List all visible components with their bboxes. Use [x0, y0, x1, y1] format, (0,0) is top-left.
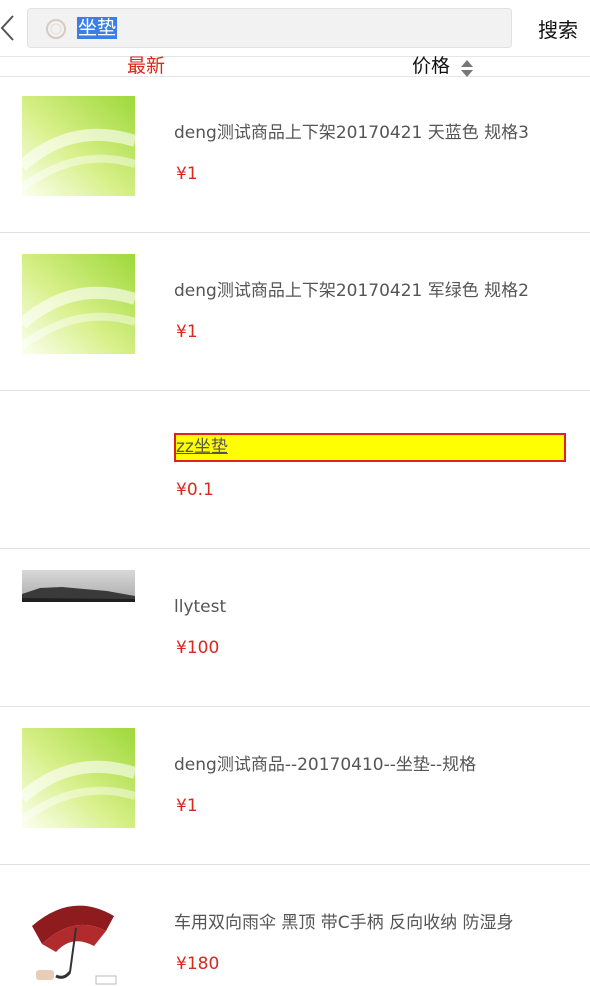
back-arrow-icon[interactable]: [0, 12, 18, 44]
product-title[interactable]: deng测试商品上下架20170421 军绿色 规格2: [174, 280, 529, 302]
product-price: ¥1: [176, 796, 198, 816]
search-input[interactable]: 坐垫: [27, 8, 512, 48]
product-title[interactable]: 车用双向雨伞 黑顶 带C手柄 反向收纳 防湿身: [174, 912, 514, 934]
product-title[interactable]: zz坐垫: [174, 433, 566, 462]
product-item[interactable]: deng测试商品--20170410--坐垫--规格 ¥1: [0, 707, 590, 865]
product-price: ¥1: [176, 322, 198, 342]
search-icon: [46, 19, 66, 39]
product-thumbnail: [22, 254, 135, 354]
product-price: ¥1: [176, 164, 198, 184]
product-title[interactable]: deng测试商品--20170410--坐垫--规格: [174, 754, 476, 776]
search-header: 坐垫 搜索: [0, 0, 590, 56]
product-item[interactable]: zz坐垫 ¥0.1: [0, 391, 590, 549]
product-title[interactable]: llytest: [174, 596, 226, 618]
product-item[interactable]: deng测试商品上下架20170421 天蓝色 规格3 ¥1: [0, 75, 590, 233]
product-price: ¥100: [176, 638, 220, 658]
product-item[interactable]: llytest ¥100: [0, 549, 590, 707]
product-item[interactable]: 车用双向雨伞 黑顶 带C手柄 反向收纳 防湿身 ¥180: [0, 865, 590, 986]
product-item[interactable]: deng测试商品上下架20170421 军绿色 规格2 ¥1: [0, 233, 590, 391]
product-title[interactable]: deng测试商品上下架20170421 天蓝色 规格3: [174, 122, 529, 144]
search-button[interactable]: 搜索: [538, 14, 578, 43]
search-query-text[interactable]: 坐垫: [77, 17, 118, 39]
product-thumbnail: [22, 886, 135, 986]
product-price: ¥0.1: [176, 480, 214, 500]
product-thumbnail: [22, 728, 135, 828]
product-thumbnail: [22, 96, 135, 196]
sort-price-tab[interactable]: 价格: [412, 55, 450, 77]
product-price: ¥180: [176, 954, 220, 974]
product-thumbnail: [22, 570, 135, 602]
sort-newest-tab[interactable]: 最新: [127, 55, 165, 77]
sort-bar: 最新 价格: [0, 55, 590, 77]
